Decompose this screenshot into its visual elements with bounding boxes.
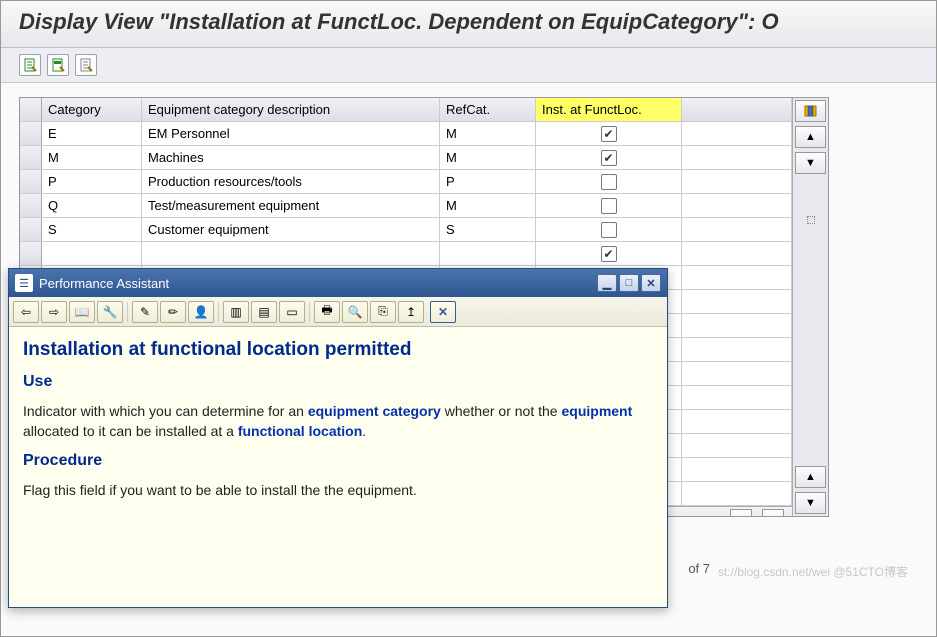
scroll-down-icon[interactable]: ▼ <box>795 152 826 174</box>
col-description[interactable]: Equipment category description <box>142 98 440 121</box>
maximize-icon[interactable]: □ <box>619 274 639 292</box>
inst-checkbox[interactable] <box>601 222 617 238</box>
cell-description: Test/measurement equipment <box>142 194 440 217</box>
cell-category: E <box>42 122 142 145</box>
cell-inst <box>536 218 682 241</box>
cell-refcat: M <box>440 194 536 217</box>
help-use-heading: Use <box>23 373 653 391</box>
cell-category: P <box>42 170 142 193</box>
link-equipment-category[interactable]: equipment category <box>308 403 441 419</box>
list-icon[interactable]: ▥ <box>223 301 249 323</box>
help-use-text: Indicator with which you can determine f… <box>23 401 653 442</box>
nav-back-icon[interactable]: ⇦ <box>13 301 39 323</box>
cell-inst <box>536 170 682 193</box>
toolbar-deselect-icon[interactable] <box>75 54 97 76</box>
cell-inst <box>536 242 682 265</box>
table-row[interactable]: QTest/measurement equipmentM <box>20 194 792 218</box>
cell-description: Production resources/tools <box>142 170 440 193</box>
nav-fwd-icon[interactable]: ⇨ <box>41 301 67 323</box>
table-header-row: Category Equipment category description … <box>20 98 792 122</box>
row-selector[interactable] <box>20 242 42 265</box>
cell-refcat: P <box>440 170 536 193</box>
table-row[interactable]: SCustomer equipmentS <box>20 218 792 242</box>
settings-icon[interactable] <box>795 100 826 122</box>
pencil-icon[interactable]: ✏ <box>160 301 186 323</box>
edit-icon[interactable]: ✎ <box>132 301 158 323</box>
page-up-icon[interactable]: ▲ <box>795 466 826 488</box>
popup-toolbar: ⇦ ⇨ 📖 🔧 ✎ ✏ 👤 ▥ ▤ ▭ 🖶 🔍 ⎘ ↥ ✕ <box>9 297 667 327</box>
cell-description: Customer equipment <box>142 218 440 241</box>
col-inst-at-functloc[interactable]: Inst. at FunctLoc. <box>536 98 682 121</box>
cell-category <box>42 242 142 265</box>
copy-icon[interactable]: ⎘ <box>370 301 396 323</box>
link-functional-location[interactable]: functional location <box>238 423 362 439</box>
vertical-scrollbar[interactable]: ▲ ▼ ▲ ▼ <box>792 98 828 516</box>
tech-info-icon[interactable]: 🔧 <box>97 301 123 323</box>
row-selector[interactable] <box>20 194 42 217</box>
cell-description: Machines <box>142 146 440 169</box>
toolbar-select-block-icon[interactable] <box>47 54 69 76</box>
cell-inst <box>536 194 682 217</box>
minimize-icon[interactable]: ▁ <box>597 274 617 292</box>
row-selector[interactable] <box>20 170 42 193</box>
scroll-up-icon[interactable]: ▲ <box>795 126 826 148</box>
help-procedure-text: Flag this field if you want to be able t… <box>23 480 653 500</box>
find-icon[interactable]: 🔍 <box>342 301 368 323</box>
help-procedure-heading: Procedure <box>23 452 653 470</box>
cell-description <box>142 242 440 265</box>
inst-checkbox[interactable] <box>601 174 617 190</box>
person-icon[interactable]: 👤 <box>188 301 214 323</box>
help-heading: Installation at functional location perm… <box>23 339 653 361</box>
cell-category: S <box>42 218 142 241</box>
cell-description: EM Personnel <box>142 122 440 145</box>
cell-refcat <box>440 242 536 265</box>
new-doc-icon[interactable]: ▭ <box>279 301 305 323</box>
scroll-left-icon[interactable]: ◀ <box>730 509 752 517</box>
cell-inst <box>536 122 682 145</box>
book-icon[interactable]: 📖 <box>69 301 95 323</box>
scroll-track[interactable] <box>793 176 828 464</box>
toolbar-details-icon[interactable] <box>19 54 41 76</box>
help-content: Installation at functional location perm… <box>9 327 667 607</box>
inst-checkbox[interactable] <box>601 246 617 262</box>
table-row[interactable]: PProduction resources/toolsP <box>20 170 792 194</box>
table-row[interactable]: MMachinesM <box>20 146 792 170</box>
cell-inst <box>536 146 682 169</box>
help-icon: ☰ <box>15 274 33 292</box>
toolbar-close-icon[interactable]: ✕ <box>430 301 456 323</box>
page-down-icon[interactable]: ▼ <box>795 492 826 514</box>
row-selector[interactable] <box>20 218 42 241</box>
close-icon[interactable]: ✕ <box>641 274 661 292</box>
header-select-all[interactable] <box>20 98 42 121</box>
watermark: st://blog.csdn.net/wei @51CTO博客 <box>718 563 908 580</box>
up-icon[interactable]: ↥ <box>398 301 424 323</box>
col-refcat[interactable]: RefCat. <box>440 98 536 121</box>
table-row[interactable]: EEM PersonnelM <box>20 122 792 146</box>
popup-titlebar[interactable]: ☰ Performance Assistant ▁ □ ✕ <box>9 269 667 297</box>
cell-refcat: M <box>440 146 536 169</box>
row-selector[interactable] <box>20 122 42 145</box>
row-count: of 7 <box>688 561 710 576</box>
popup-title-text: Performance Assistant <box>39 276 169 291</box>
scroll-right-icon[interactable]: ▶ <box>762 509 784 517</box>
inst-checkbox[interactable] <box>601 150 617 166</box>
cell-category: Q <box>42 194 142 217</box>
cell-refcat: M <box>440 122 536 145</box>
inst-checkbox[interactable] <box>601 126 617 142</box>
inst-checkbox[interactable] <box>601 198 617 214</box>
note-icon[interactable]: ▤ <box>251 301 277 323</box>
page-title: Display View "Installation at FunctLoc. … <box>1 1 936 48</box>
cell-category: M <box>42 146 142 169</box>
col-category[interactable]: Category <box>42 98 142 121</box>
link-equipment[interactable]: equipment <box>561 403 632 419</box>
row-selector[interactable] <box>20 146 42 169</box>
performance-assistant-window: ☰ Performance Assistant ▁ □ ✕ ⇦ ⇨ 📖 🔧 ✎ … <box>8 268 668 608</box>
app-toolbar <box>1 48 936 83</box>
table-row[interactable] <box>20 242 792 266</box>
print-icon[interactable]: 🖶 <box>314 301 340 323</box>
cell-refcat: S <box>440 218 536 241</box>
